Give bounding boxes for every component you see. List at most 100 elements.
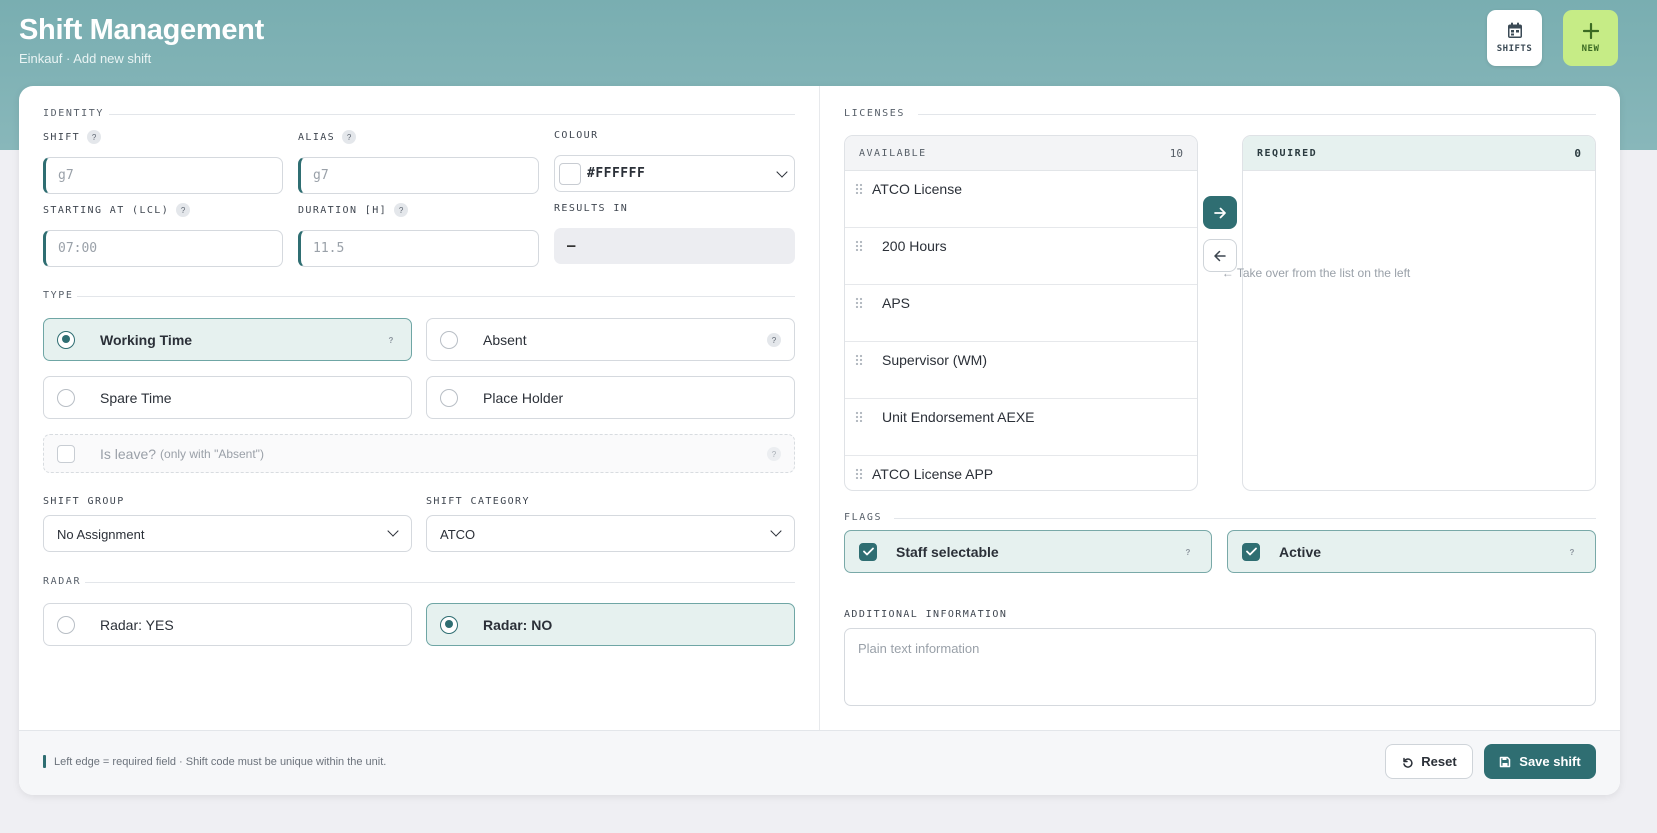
colour-select[interactable]: #FFFFFF	[554, 155, 795, 192]
colour-label: COLOUR	[554, 130, 599, 141]
section-flags: FLAGS	[844, 512, 1596, 523]
shift-code-input[interactable]	[43, 157, 283, 194]
page-title: Shift Management	[19, 14, 264, 46]
help-icon[interactable]: ?	[394, 203, 409, 217]
radio-selected	[57, 330, 75, 349]
results-label-text: RESULTS IN	[554, 203, 629, 214]
drag-handle-icon[interactable]	[855, 411, 863, 422]
checkbox-checked[interactable]	[859, 542, 877, 561]
shift-label-text: SHIFT	[43, 131, 81, 143]
license-name: Supervisor (WM)	[882, 352, 988, 368]
reset-button-label: Reset	[1421, 754, 1457, 769]
shift-category-select[interactable]: ATCO	[426, 515, 795, 552]
plus-icon	[1582, 22, 1599, 39]
list-item[interactable]: ATCO License	[845, 171, 1197, 228]
is-leave-checkbox[interactable]	[57, 444, 75, 463]
column-divider	[819, 86, 820, 730]
staff-selectable-toggle[interactable]: Staff selectable ?	[844, 530, 1212, 573]
required-licenses-list[interactable]: REQUIRED 0	[1242, 135, 1596, 491]
list-item[interactable]: Unit Endorsement AEXE	[845, 399, 1197, 456]
help-icon[interactable]: ?	[1181, 545, 1195, 559]
radio-unselected	[440, 330, 458, 349]
help-icon[interactable]: ?	[384, 333, 398, 347]
staff-selectable-label: Staff selectable	[896, 543, 999, 560]
start-label-text: STARTING AT (LCL)	[43, 204, 170, 216]
is-leave-checkbox-row[interactable]: Is leave? (only with "Absent") ?	[43, 434, 795, 473]
section-radar-title: RADAR	[43, 576, 82, 587]
is-leave-note: (only with "Absent")	[160, 446, 264, 461]
type-option-place-holder[interactable]: Place Holder	[426, 376, 795, 419]
section-licenses: LICENSES	[844, 108, 1596, 119]
license-name: Unit Endorsement AEXE	[882, 409, 1035, 425]
active-toggle[interactable]: Active ?	[1227, 530, 1596, 573]
available-licenses-list[interactable]: AVAILABLE 10 ATCO License 200 Hours APS …	[844, 135, 1198, 491]
help-icon[interactable]: ?	[342, 130, 357, 144]
duration-input[interactable]	[298, 230, 539, 267]
alias-input[interactable]	[298, 157, 539, 194]
additional-info-label-text: ADDITIONAL INFORMATION	[844, 609, 1008, 620]
alias-label-text: ALIAS	[298, 131, 336, 143]
calendar-icon	[1507, 22, 1522, 38]
radar-option-label: Radar: NO	[483, 616, 553, 633]
colour-value: #FFFFFF	[587, 166, 646, 181]
arrow-right-icon	[1214, 207, 1226, 218]
list-item[interactable]: Supervisor (WM)	[845, 342, 1197, 399]
list-item[interactable]: APS	[845, 285, 1197, 342]
shift-form-card: IDENTITY SHIFT? ALIAS? COLOUR #FFFFFF ST…	[19, 86, 1620, 795]
additional-info-textarea[interactable]	[844, 628, 1596, 706]
additional-info-label: ADDITIONAL INFORMATION	[844, 609, 1007, 620]
type-option-label: Place Holder	[483, 389, 564, 406]
radar-option-label: Radar: YES	[100, 616, 174, 633]
section-identity: IDENTITY	[43, 108, 795, 119]
shifts-button[interactable]: SHIFTS	[1487, 10, 1542, 66]
drag-handle-icon[interactable]	[855, 183, 863, 194]
type-option-absent[interactable]: Absent ?	[426, 318, 795, 361]
help-icon[interactable]: ?	[87, 130, 102, 144]
drag-handle-icon[interactable]	[855, 240, 863, 251]
radio-unselected	[57, 615, 75, 634]
duration-label-text: DURATION [H]	[298, 204, 388, 216]
available-label: AVAILABLE	[859, 147, 927, 159]
arrow-left-icon	[1214, 250, 1226, 261]
license-name: ATCO License	[872, 181, 962, 197]
license-name: 200 Hours	[882, 238, 947, 254]
chevron-down-icon	[776, 166, 788, 178]
results-value: –	[554, 228, 795, 264]
shift-group-label: SHIFT GROUP	[43, 496, 125, 507]
save-shift-button[interactable]: Save shift	[1484, 744, 1596, 779]
radar-option-yes[interactable]: Radar: YES	[43, 603, 412, 646]
list-item[interactable]: ATCO License APP	[845, 456, 1197, 490]
checkbox-checked[interactable]	[1242, 542, 1260, 561]
shift-group-label-text: SHIFT GROUP	[43, 496, 125, 507]
radar-option-no[interactable]: Radar: NO	[426, 603, 795, 646]
reset-button[interactable]: Reset	[1385, 744, 1473, 779]
list-item[interactable]: 200 Hours	[845, 228, 1197, 285]
drag-handle-icon[interactable]	[855, 468, 863, 479]
footer-note-text: Left edge = required field · Shift code …	[54, 755, 387, 768]
type-option-label: Absent	[483, 331, 527, 348]
section-identity-title: IDENTITY	[43, 108, 104, 119]
chevron-down-icon	[387, 525, 399, 537]
move-right-button[interactable]	[1203, 196, 1237, 229]
new-shift-button[interactable]: NEW	[1563, 10, 1618, 66]
new-button-label: NEW	[1581, 43, 1600, 54]
is-leave-label: Is leave?	[100, 445, 157, 462]
help-icon[interactable]: ?	[1565, 545, 1579, 559]
help-icon[interactable]: ?	[176, 203, 191, 217]
available-count: 10	[1169, 146, 1183, 160]
drag-handle-icon[interactable]	[855, 354, 863, 365]
required-list-header: REQUIRED 0	[1243, 136, 1595, 171]
section-type-title: TYPE	[43, 290, 74, 301]
type-option-working-time[interactable]: Working Time ?	[43, 318, 412, 361]
help-icon[interactable]: ?	[767, 333, 781, 347]
radio-unselected	[57, 388, 75, 407]
type-option-spare-time[interactable]: Spare Time	[43, 376, 412, 419]
start-time-input[interactable]	[43, 230, 283, 267]
shift-group-select[interactable]: No Assignment	[43, 515, 412, 552]
help-icon[interactable]: ?	[767, 447, 781, 461]
drag-handle-icon[interactable]	[855, 297, 863, 308]
license-name: ATCO License APP	[872, 466, 994, 482]
start-label: STARTING AT (LCL)?	[43, 203, 191, 217]
shift-label: SHIFT?	[43, 130, 102, 144]
footer-note: Left edge = required field · Shift code …	[43, 755, 386, 768]
